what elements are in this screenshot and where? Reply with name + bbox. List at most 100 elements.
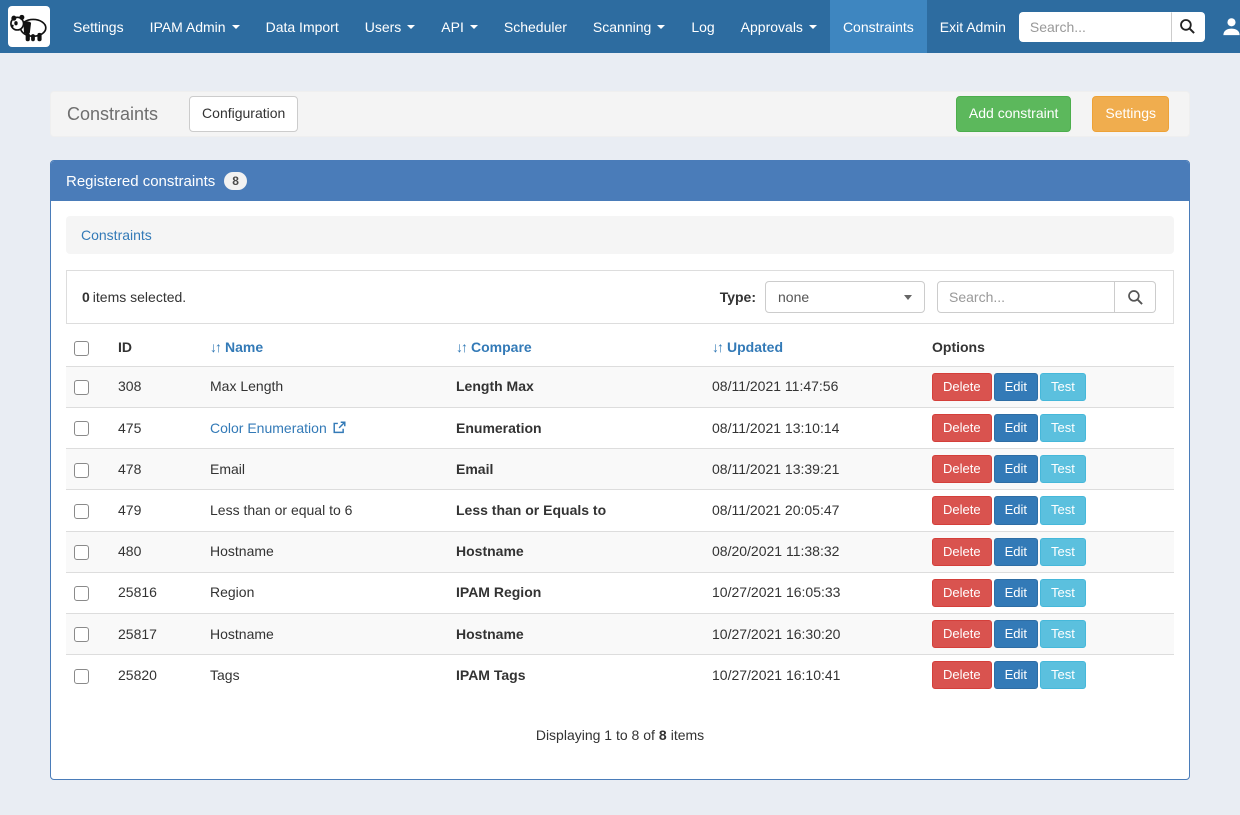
delete-button[interactable]: Delete xyxy=(932,620,992,648)
search-icon xyxy=(1127,289,1144,306)
edit-button[interactable]: Edit xyxy=(994,414,1038,442)
header-name[interactable]: ↓↑Name xyxy=(202,329,448,366)
panda-logo-icon xyxy=(8,10,50,44)
selected-info: 0items selected. xyxy=(82,289,186,305)
settings-button[interactable]: Settings xyxy=(1092,96,1169,132)
test-button[interactable]: Test xyxy=(1040,373,1086,401)
panel-body: Constraints 0items selected. Type: none xyxy=(51,201,1189,758)
navbar-search-input[interactable] xyxy=(1019,12,1171,42)
brand-logo[interactable] xyxy=(8,6,50,47)
pagination-status: Displaying 1 to 8 of8items xyxy=(66,727,1174,743)
delete-button[interactable]: Delete xyxy=(932,661,992,689)
add-constraint-button[interactable]: Add constraint xyxy=(956,96,1072,132)
row-options: DeleteEditTest xyxy=(924,366,1174,407)
nav-item-exit-admin[interactable]: Exit Admin xyxy=(927,0,1019,53)
row-name: Region xyxy=(202,572,448,613)
delete-button[interactable]: Delete xyxy=(932,496,992,524)
delete-button[interactable]: Delete xyxy=(932,579,992,607)
row-id: 479 xyxy=(110,490,202,531)
test-button[interactable]: Test xyxy=(1040,496,1086,524)
row-id: 25817 xyxy=(110,613,202,654)
chevron-down-icon xyxy=(904,295,912,300)
row-checkbox[interactable] xyxy=(74,380,89,395)
nav-item-ipam-admin[interactable]: IPAM Admin xyxy=(137,0,253,53)
row-compare: Enumeration xyxy=(448,407,704,448)
selected-text: items selected. xyxy=(93,289,186,305)
delete-button[interactable]: Delete xyxy=(932,414,992,442)
nav-item-api[interactable]: API xyxy=(428,0,491,53)
row-checkbox[interactable] xyxy=(74,627,89,642)
row-options: DeleteEditTest xyxy=(924,407,1174,448)
chevron-down-icon xyxy=(809,25,817,29)
edit-button[interactable]: Edit xyxy=(994,661,1038,689)
row-checkbox[interactable] xyxy=(74,586,89,601)
nav-item-constraints[interactable]: Constraints xyxy=(830,0,927,53)
row-compare: Hostname xyxy=(448,613,704,654)
count-badge: 8 xyxy=(224,172,247,190)
chevron-down-icon xyxy=(657,25,665,29)
test-button[interactable]: Test xyxy=(1040,620,1086,648)
header-compare-label: Compare xyxy=(471,339,532,355)
nav-item-data-import[interactable]: Data Import xyxy=(253,0,352,53)
delete-button[interactable]: Delete xyxy=(932,538,992,566)
row-options: DeleteEditTest xyxy=(924,490,1174,531)
edit-button[interactable]: Edit xyxy=(994,455,1038,483)
row-checkbox[interactable] xyxy=(74,545,89,560)
nav-item-log[interactable]: Log xyxy=(678,0,727,53)
sort-icon: ↓↑ xyxy=(456,339,466,355)
delete-button[interactable]: Delete xyxy=(932,455,992,483)
row-id: 475 xyxy=(110,407,202,448)
row-compare: Email xyxy=(448,449,704,490)
test-button[interactable]: Test xyxy=(1040,579,1086,607)
row-id: 25816 xyxy=(110,572,202,613)
row-checkbox-cell xyxy=(66,449,110,490)
edit-button[interactable]: Edit xyxy=(994,538,1038,566)
row-id: 480 xyxy=(110,531,202,572)
sort-icon: ↓↑ xyxy=(712,339,722,355)
breadcrumb-link-constraints[interactable]: Constraints xyxy=(81,227,152,243)
navbar-search-button[interactable] xyxy=(1171,12,1205,42)
configuration-button[interactable]: Configuration xyxy=(189,96,298,132)
test-button[interactable]: Test xyxy=(1040,538,1086,566)
navbar: SettingsIPAM AdminData ImportUsersAPISch… xyxy=(0,0,1240,53)
nav-item-scanning[interactable]: Scanning xyxy=(580,0,678,53)
row-name-link[interactable]: Color Enumeration xyxy=(210,420,327,436)
registered-constraints-panel: Registered constraints 8 Constraints 0it… xyxy=(50,160,1190,780)
header-updated[interactable]: ↓↑Updated xyxy=(704,329,924,366)
select-all-checkbox[interactable] xyxy=(74,341,89,356)
sort-icon: ↓↑ xyxy=(210,339,220,355)
edit-button[interactable]: Edit xyxy=(994,620,1038,648)
row-name: Tags xyxy=(202,655,448,696)
table-row: 475Color EnumerationEnumeration08/11/202… xyxy=(66,407,1174,448)
row-checkbox[interactable] xyxy=(74,504,89,519)
row-compare: Less than or Equals to xyxy=(448,490,704,531)
test-button[interactable]: Test xyxy=(1040,661,1086,689)
row-compare: Length Max xyxy=(448,366,704,407)
table-toolbar: 0items selected. Type: none xyxy=(66,270,1174,324)
nav-item-approvals[interactable]: Approvals xyxy=(728,0,830,53)
delete-button[interactable]: Delete xyxy=(932,373,992,401)
row-checkbox[interactable] xyxy=(74,669,89,684)
test-button[interactable]: Test xyxy=(1040,414,1086,442)
edit-button[interactable]: Edit xyxy=(994,496,1038,524)
row-name-text: Hostname xyxy=(210,543,274,559)
row-compare: Hostname xyxy=(448,531,704,572)
type-select[interactable]: none xyxy=(765,281,925,313)
edit-button[interactable]: Edit xyxy=(994,579,1038,607)
nav-item-scheduler[interactable]: Scheduler xyxy=(491,0,580,53)
search-icon xyxy=(1179,18,1196,35)
test-button[interactable]: Test xyxy=(1040,455,1086,483)
edit-button[interactable]: Edit xyxy=(994,373,1038,401)
row-updated: 10/27/2021 16:30:20 xyxy=(704,613,924,654)
nav-item-settings[interactable]: Settings xyxy=(60,0,137,53)
header-compare[interactable]: ↓↑ Compare xyxy=(448,329,704,366)
row-checkbox[interactable] xyxy=(74,463,89,478)
nav-item-users[interactable]: Users xyxy=(352,0,429,53)
constraints-table-body: 308Max LengthLength Max08/11/2021 11:47:… xyxy=(66,366,1174,695)
row-updated: 10/27/2021 16:05:33 xyxy=(704,572,924,613)
table-search-button[interactable] xyxy=(1115,281,1156,313)
table-search-input[interactable] xyxy=(937,281,1115,313)
navbar-menu: SettingsIPAM AdminData ImportUsersAPISch… xyxy=(60,0,1019,53)
user-menu[interactable] xyxy=(1221,16,1240,37)
row-checkbox[interactable] xyxy=(74,421,89,436)
